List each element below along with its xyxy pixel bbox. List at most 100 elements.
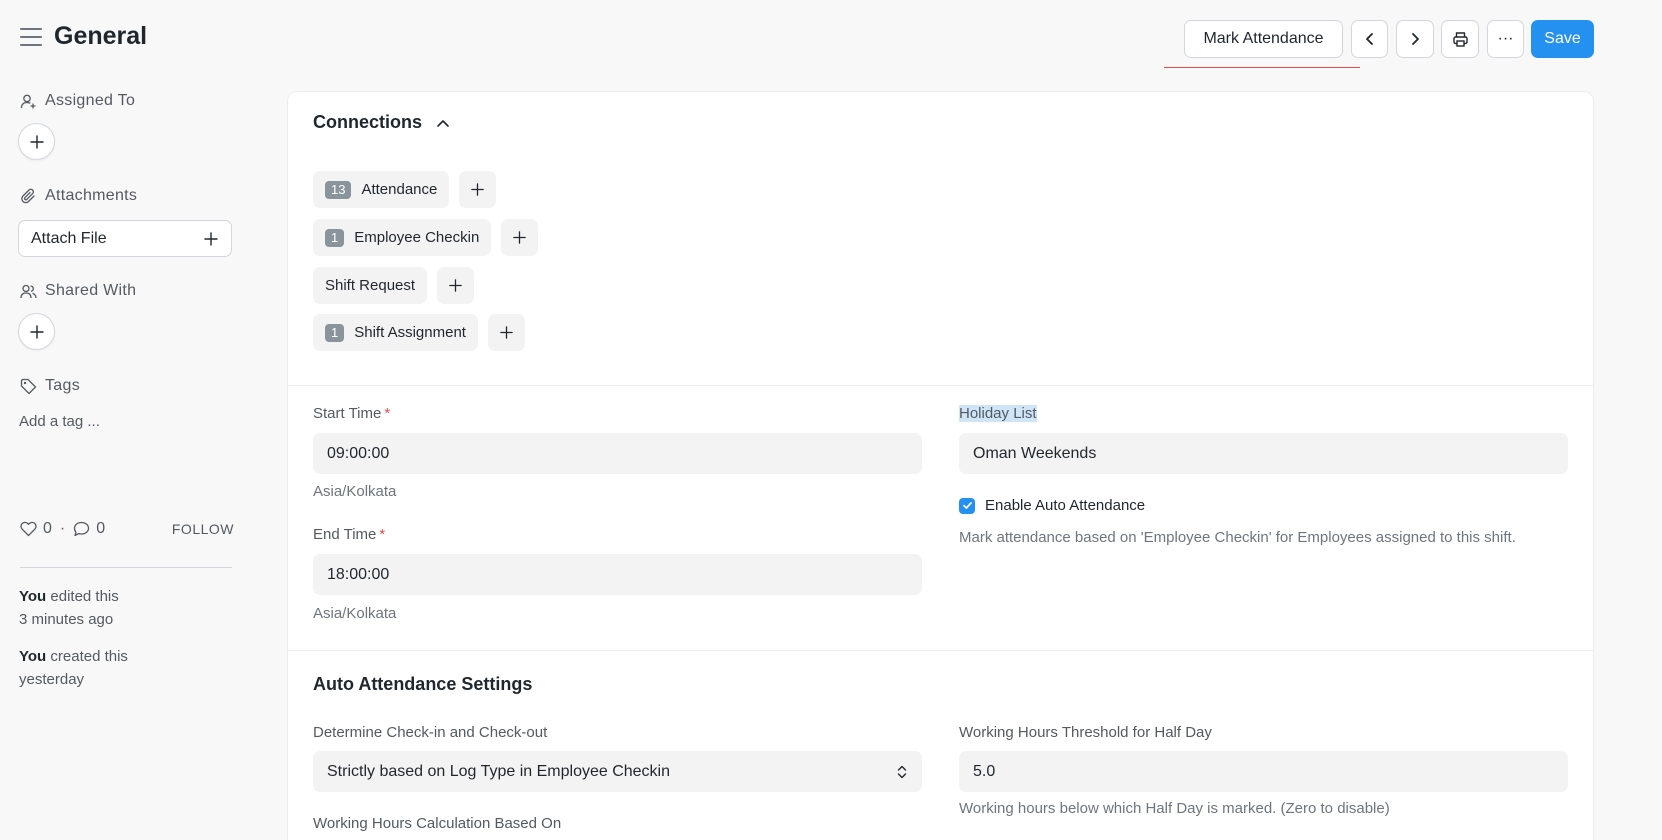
enable-auto-attendance-checkbox[interactable] xyxy=(959,497,975,514)
like-button[interactable]: 0 xyxy=(20,520,52,538)
attachments-label: Attachments xyxy=(20,187,137,205)
required-marker: * xyxy=(384,405,391,422)
connection-count: 13 xyxy=(325,180,352,199)
comment-count: 0 xyxy=(96,520,106,537)
end-time-label: End Time * xyxy=(313,526,385,543)
start-time-label-text: Start Time xyxy=(313,405,382,422)
connection-attendance[interactable]: 13 Attendance xyxy=(313,171,450,208)
plus-icon xyxy=(29,134,44,149)
half-day-threshold-input[interactable]: 5.0 xyxy=(959,751,1568,792)
connection-label: Shift Request xyxy=(325,277,416,294)
activity-item: You created this yesterday xyxy=(19,645,233,691)
connection-shift-assignment[interactable]: 1 Shift Assignment xyxy=(313,314,478,351)
attach-file-label: Attach File xyxy=(31,229,107,247)
end-time-input[interactable]: 18:00:00 xyxy=(313,554,922,595)
connection-label: Shift Assignment xyxy=(354,324,466,341)
tags-text: Tags xyxy=(45,377,80,394)
holiday-list-label: Holiday List xyxy=(959,405,1037,422)
assigned-to-label: Assigned To xyxy=(20,92,135,110)
section-divider xyxy=(288,385,1593,386)
plus-icon xyxy=(204,231,218,246)
add-attendance-button[interactable] xyxy=(459,171,497,208)
heart-icon xyxy=(20,521,37,537)
add-shift-request-button[interactable] xyxy=(437,267,475,304)
activity-text: created this xyxy=(46,648,128,665)
comments-button[interactable]: 0 xyxy=(73,520,105,538)
shared-with-text: Shared With xyxy=(45,282,137,299)
half-day-threshold-description: Working hours below which Half Day is ma… xyxy=(959,800,1390,817)
chevron-right-icon xyxy=(1412,33,1419,45)
add-employee-checkin-button[interactable] xyxy=(501,219,539,256)
section-divider xyxy=(288,650,1593,651)
tag-icon xyxy=(20,378,37,394)
shared-with-label: Shared With xyxy=(20,282,136,300)
add-shift-assignment-button[interactable] xyxy=(487,314,525,351)
determine-checkin-label: Determine Check-in and Check-out xyxy=(313,724,548,741)
connection-row-shift-assignment: 1 Shift Assignment xyxy=(313,314,525,351)
connection-count: 1 xyxy=(325,323,345,342)
determine-checkin-select[interactable]: Strictly based on Log Type in Employee C… xyxy=(313,751,922,792)
connection-row-shift-request: Shift Request xyxy=(313,267,475,304)
plus-icon xyxy=(500,326,513,339)
connections-toggle[interactable]: Connections xyxy=(313,112,450,133)
end-time-timezone: Asia/Kolkata xyxy=(313,605,397,622)
connection-label: Attendance xyxy=(361,181,438,198)
like-count: 0 xyxy=(43,520,52,537)
sidebar-toggle-icon[interactable] xyxy=(20,28,42,46)
start-time-input[interactable]: 09:00:00 xyxy=(313,433,922,474)
attachments-text: Attachments xyxy=(45,187,138,204)
connection-count: 1 xyxy=(325,228,345,247)
activity-time: yesterday xyxy=(19,671,85,688)
activity-actor: You xyxy=(19,588,47,605)
assigned-to-text: Assigned To xyxy=(45,92,136,109)
page-title: General xyxy=(54,22,148,50)
users-icon xyxy=(20,284,37,298)
mark-attendance-button[interactable]: Mark Attendance xyxy=(1184,20,1343,58)
connection-row-employee-checkin: 1 Employee Checkin xyxy=(313,219,539,256)
check-icon xyxy=(962,502,972,509)
save-button[interactable]: Save xyxy=(1531,20,1594,58)
follow-button[interactable]: FOLLOW xyxy=(172,521,234,537)
determine-checkin-value: Strictly based on Log Type in Employee C… xyxy=(327,762,671,780)
working-hours-calc-label: Working Hours Calculation Based On xyxy=(313,815,562,832)
add-assignee-button[interactable] xyxy=(18,123,55,160)
connection-employee-checkin[interactable]: 1 Employee Checkin xyxy=(313,219,492,256)
chevron-up-icon xyxy=(437,119,449,127)
connections-title: Connections xyxy=(313,112,423,132)
connection-label: Employee Checkin xyxy=(354,229,480,246)
sidebar-divider xyxy=(20,567,232,568)
activity-item: You edited this 3 minutes ago xyxy=(19,585,233,631)
auto-attendance-section-title: Auto Attendance Settings xyxy=(313,674,533,694)
form-card: Connections 13 Attendance 1 Employee Che… xyxy=(287,91,1594,840)
printer-icon xyxy=(1452,31,1468,47)
holiday-list-input[interactable]: Oman Weekends xyxy=(959,433,1568,474)
likes-comments-row: 0 · 0 FOLLOW xyxy=(20,520,234,538)
next-button[interactable] xyxy=(1396,20,1434,58)
plus-icon xyxy=(471,183,485,196)
end-time-label-text: End Time xyxy=(313,526,377,543)
attach-file-button[interactable]: Attach File xyxy=(18,220,232,257)
add-tag-link[interactable]: Add a tag ... xyxy=(19,413,100,430)
separator-dot: · xyxy=(59,520,66,537)
enable-auto-attendance-row[interactable]: Enable Auto Attendance xyxy=(959,497,1145,514)
activity-text: edited this xyxy=(46,588,119,605)
connection-shift-request[interactable]: Shift Request xyxy=(313,267,428,304)
plus-icon xyxy=(29,324,44,339)
half-day-threshold-label: Working Hours Threshold for Half Day xyxy=(959,724,1212,741)
required-marker: * xyxy=(379,526,386,543)
activity-actor: You xyxy=(19,648,47,665)
enable-auto-attendance-description: Mark attendance based on 'Employee Check… xyxy=(959,529,1516,546)
tags-label: Tags xyxy=(20,377,80,395)
start-time-label: Start Time * xyxy=(313,405,390,422)
enable-auto-attendance-label: Enable Auto Attendance xyxy=(985,497,1146,514)
user-add-icon xyxy=(20,94,36,108)
chevron-left-icon xyxy=(1365,33,1373,45)
print-button[interactable] xyxy=(1441,20,1479,58)
activity-time: 3 minutes ago xyxy=(19,611,114,628)
plus-icon xyxy=(449,279,462,292)
start-time-timezone: Asia/Kolkata xyxy=(313,483,397,500)
previous-button[interactable] xyxy=(1351,20,1388,58)
plus-icon xyxy=(513,231,527,244)
add-share-button[interactable] xyxy=(18,313,55,350)
more-menu-button[interactable]: ··· xyxy=(1487,20,1524,58)
